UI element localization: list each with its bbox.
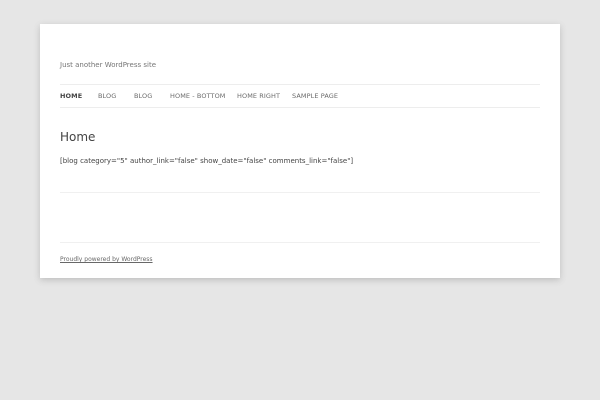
- site-tagline: Just another WordPress site: [60, 61, 157, 69]
- nav-item-home-right[interactable]: HOME RIGHT: [237, 92, 280, 100]
- nav-item-sample-page[interactable]: SAMPLE PAGE: [292, 92, 338, 100]
- footer-divider: [60, 242, 540, 243]
- content-divider: [60, 192, 540, 193]
- nav-item-blog-2[interactable]: BLOG: [134, 92, 152, 100]
- page-content: [blog category="5" author_link="false" s…: [60, 157, 354, 165]
- nav-item-blog[interactable]: BLOG: [98, 92, 116, 100]
- main-navigation: HOME BLOG BLOG HOME - BOTTOM HOME RIGHT …: [60, 84, 540, 108]
- page-title: Home: [60, 130, 96, 144]
- nav-item-home[interactable]: HOME: [60, 92, 82, 100]
- footer-credit-link[interactable]: Proudly powered by WordPress: [60, 256, 153, 263]
- page-container: Just another WordPress site HOME BLOG BL…: [40, 24, 560, 278]
- nav-item-home-bottom[interactable]: HOME - BOTTOM: [170, 92, 226, 100]
